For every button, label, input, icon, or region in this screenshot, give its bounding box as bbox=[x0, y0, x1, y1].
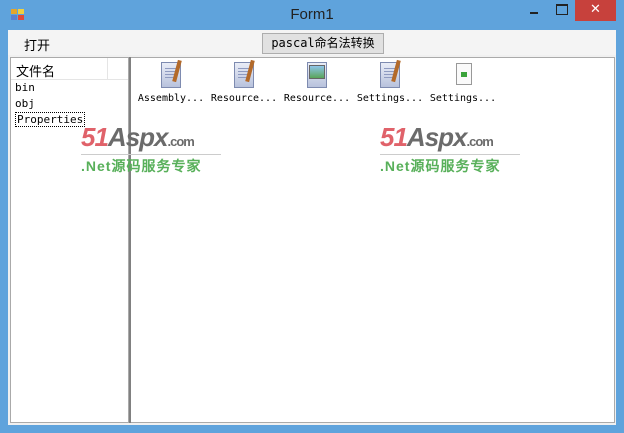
file-label: Settings... bbox=[356, 93, 424, 104]
list-item[interactable]: obj bbox=[11, 96, 128, 112]
file-label: Settings... bbox=[429, 93, 497, 104]
menu-open[interactable]: 打开 bbox=[16, 34, 58, 55]
file-item[interactable]: Assembly... bbox=[134, 59, 208, 104]
files-view[interactable]: Assembly... Resource... Resource... Sett… bbox=[131, 57, 615, 423]
close-button[interactable]: ✕ bbox=[575, 0, 616, 21]
form-client: 打开 pascal命名法转换 文件名 bin obj Properties As… bbox=[8, 30, 616, 425]
settings-file-icon bbox=[450, 60, 476, 90]
title-bar: Form1 ✕ bbox=[0, 0, 624, 30]
file-label: Assembly... bbox=[137, 93, 205, 104]
list-item-label: Properties bbox=[15, 112, 86, 127]
text-document-icon bbox=[231, 59, 257, 90]
pascal-convert-button[interactable]: pascal命名法转换 bbox=[262, 33, 384, 54]
minimize-button[interactable] bbox=[521, 0, 547, 21]
list-item-label: bin bbox=[15, 81, 35, 94]
file-list[interactable]: 文件名 bin obj Properties bbox=[10, 57, 129, 423]
file-label: Resource... bbox=[283, 93, 351, 104]
image-document-icon bbox=[304, 60, 330, 90]
list-item-label: obj bbox=[15, 97, 35, 110]
column-header-filename[interactable]: 文件名 bbox=[11, 58, 128, 80]
text-document-icon bbox=[158, 59, 184, 90]
file-item[interactable]: Settings... bbox=[353, 59, 427, 104]
menu-bar: 打开 pascal命名法转换 bbox=[8, 30, 616, 55]
list-item[interactable]: bin bbox=[11, 80, 128, 96]
file-item[interactable]: Resource... bbox=[280, 60, 354, 104]
file-item[interactable]: Resource... bbox=[207, 59, 281, 104]
file-label: Resource... bbox=[210, 93, 278, 104]
file-item[interactable]: Settings... bbox=[426, 60, 500, 104]
maximize-button[interactable] bbox=[548, 0, 574, 21]
text-document-icon bbox=[377, 59, 403, 90]
watermark-logo: 51Aspx.com .Net源码服务专家 bbox=[380, 122, 520, 176]
watermark-logo: 51Aspx.com .Net源码服务专家 bbox=[81, 122, 221, 176]
